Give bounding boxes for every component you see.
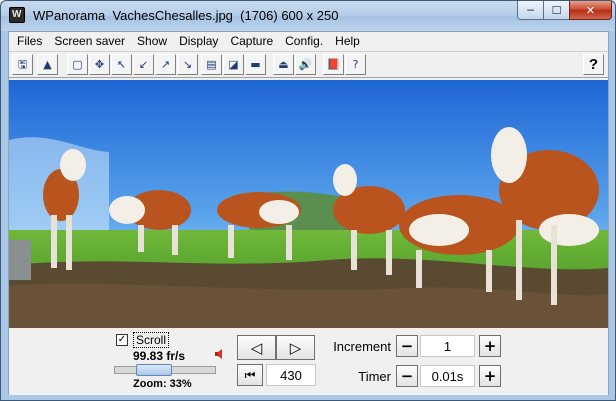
panorama-landscape-icon: ◪ — [228, 58, 239, 71]
speaker-icon[interactable] — [215, 349, 225, 359]
increment-minus-button[interactable]: − — [396, 335, 418, 357]
tripod-icon: ⏏ — [278, 58, 289, 71]
menu-screen-saver[interactable]: Screen saver — [48, 33, 131, 49]
move-icon: ✥ — [94, 58, 105, 71]
position-field[interactable]: 430 — [266, 364, 316, 386]
tripod-button[interactable]: ⏏ — [273, 54, 294, 75]
panorama-strip-icon: ▬ — [250, 58, 261, 71]
scroll-checkbox[interactable]: ✓ — [116, 334, 128, 346]
timer-minus-button[interactable]: − — [396, 365, 418, 387]
increment-plus-button[interactable]: + — [479, 335, 501, 357]
minimize-button[interactable]: ─ — [517, 1, 544, 20]
fit-window-button[interactable]: ▢ — [67, 54, 88, 75]
image-icon: ▲ — [43, 58, 52, 71]
open-folder-button[interactable]: 🖫 — [12, 54, 33, 75]
panorama-top-button[interactable]: ▤ — [201, 54, 222, 75]
sound-icon: 🔊 — [298, 58, 313, 71]
control-panel: ✓ Scroll 99.83 fr/s Zoom: 33% ◁ ▷ ⏮ 430 … — [9, 329, 608, 395]
help-button[interactable]: ? — [583, 54, 604, 75]
app-window: WPanorama VachesChesalles.jpg (1706) 600… — [0, 0, 616, 401]
panorama-landscape-button[interactable]: ◪ — [223, 54, 244, 75]
arrow-down-right-button[interactable]: ↘ — [177, 54, 198, 75]
menu-bar: Files Screen saver Show Display Capture … — [9, 32, 608, 50]
scroll-label[interactable]: Scroll — [133, 332, 170, 348]
book-icon: 📕 — [326, 58, 341, 71]
panorama-strip-button[interactable]: ▬ — [245, 54, 266, 75]
menu-config[interactable]: Config. — [279, 33, 329, 49]
arrow-down-left-icon: ↙ — [138, 58, 149, 71]
question-icon: ? — [588, 56, 599, 73]
timer-label: Timer — [358, 369, 391, 384]
toolbar: 🖫 ▲ ▢ ✥ ↖ ↙ ↗ ↘ ▤ ◪ ▬ ⏏ 🔊 📕 ? ? — [9, 51, 608, 78]
sound-button[interactable]: 🔊 — [295, 54, 316, 75]
title-bar[interactable]: WPanorama VachesChesalles.jpg (1706) 600… — [1, 1, 615, 31]
open-folder-icon: 🖫 — [17, 58, 28, 71]
next-button[interactable]: ▷ — [276, 335, 315, 360]
book-button[interactable]: 📕 — [323, 54, 344, 75]
maximize-button[interactable]: ☐ — [543, 1, 570, 20]
panorama-top-icon: ▤ — [206, 58, 217, 71]
app-icon[interactable] — [9, 7, 25, 23]
panorama-image — [9, 80, 608, 328]
move-button[interactable]: ✥ — [89, 54, 110, 75]
increment-value[interactable]: 1 — [420, 335, 475, 357]
fit-window-icon: ▢ — [72, 58, 83, 71]
menu-show[interactable]: Show — [131, 33, 173, 49]
zoom-slider-thumb[interactable] — [136, 364, 172, 376]
help-book-icon: ? — [352, 58, 359, 71]
timer-value[interactable]: 0.01s — [420, 365, 475, 387]
increment-label: Increment — [333, 339, 391, 354]
menu-display[interactable]: Display — [173, 33, 224, 49]
menu-help[interactable]: Help — [329, 33, 366, 49]
arrow-up-right-button[interactable]: ↗ — [155, 54, 176, 75]
help-book-button[interactable]: ? — [345, 54, 366, 75]
arrow-up-right-icon: ↗ — [160, 58, 171, 71]
arrow-up-left-icon: ↖ — [116, 58, 127, 71]
close-button[interactable]: ✕ — [569, 1, 612, 20]
frame-rate: 99.83 fr/s — [133, 349, 186, 363]
arrow-down-right-icon: ↘ — [182, 58, 193, 71]
client-area: Files Screen saver Show Display Capture … — [8, 31, 609, 395]
menu-capture[interactable]: Capture — [224, 33, 279, 49]
previous-button[interactable]: ◁ — [237, 335, 276, 360]
zoom-slider[interactable] — [114, 364, 216, 376]
menu-files[interactable]: Files — [11, 33, 48, 49]
timer-plus-button[interactable]: + — [479, 365, 501, 387]
zoom-label: Zoom: 33% — [133, 378, 192, 390]
arrow-down-left-button[interactable]: ↙ — [133, 54, 154, 75]
arrow-up-left-button[interactable]: ↖ — [111, 54, 132, 75]
image-button[interactable]: ▲ — [37, 54, 58, 75]
window-title: WPanorama VachesChesalles.jpg (1706) 600… — [33, 8, 339, 23]
panorama-viewport[interactable] — [9, 80, 608, 328]
first-button[interactable]: ⏮ — [237, 364, 263, 386]
